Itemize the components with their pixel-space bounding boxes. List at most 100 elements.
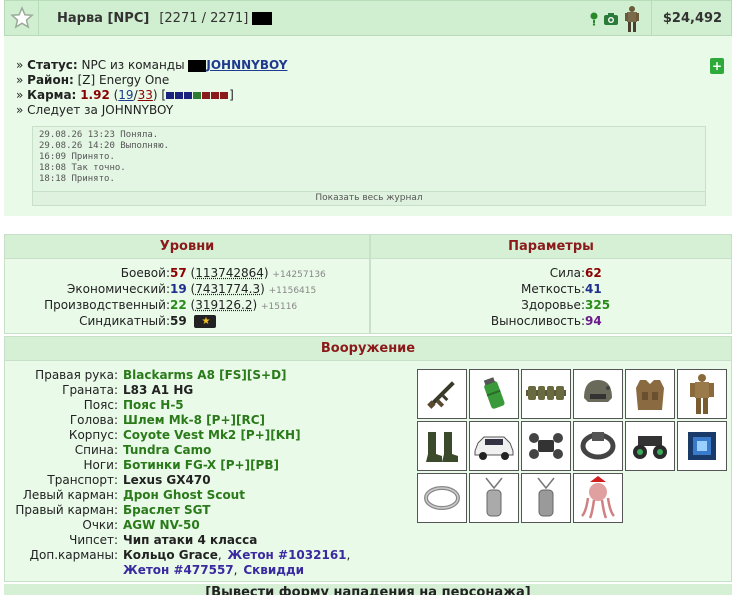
syndicate-badge[interactable]: ★ <box>193 315 216 328</box>
equip-row: Правый карман: Браслет SGT <box>15 503 211 517</box>
karma-negative-link[interactable]: 33 <box>138 88 153 102</box>
level-row: Экономический:19 (7431774.3) +1156415 <box>67 282 317 296</box>
grenade-icon <box>483 377 505 409</box>
item-slot-ring[interactable] <box>417 473 467 523</box>
karma-bar-segment <box>175 92 184 99</box>
star-icon: ★ <box>201 316 211 327</box>
equip-link[interactable]: Ботинки FG-X [P+][PB] <box>123 458 279 472</box>
journal-box: 29.08.26 13:23 Поняла. 29.08.26 14:20 Вы… <box>32 126 706 206</box>
karma-bar-segment <box>166 92 175 99</box>
equip-row-extra: Доп.карманы: Кольцо Grace, Жетон #1032161… <box>29 548 351 562</box>
item-slot-chip[interactable] <box>677 421 727 471</box>
exclamation-icon[interactable] <box>589 12 599 26</box>
syndicate-row: Синдикатный:59 ★ <box>5 314 371 328</box>
level-row: Производственный:22 (319126.2) +15116 <box>44 298 298 312</box>
dogtag-icon <box>537 477 555 517</box>
attack-form-bar[interactable]: [Вывести форму нападения на персонажа] <box>4 584 732 595</box>
district-value[interactable]: [Z] Energy One <box>78 73 170 87</box>
journal-line: 18:08 Так точно. <box>39 163 126 173</box>
equip-link[interactable]: Coyote Vest Mk2 [P+][KH] <box>123 428 301 442</box>
exp-value[interactable]: 7431774.3 <box>195 282 260 296</box>
equip-link[interactable]: Чип атаки 4 класса <box>123 533 257 547</box>
karma-bar-segment <box>220 92 229 99</box>
equip-row: Правая рука: Blackarms A8 [FS][S+D] <box>35 368 287 382</box>
item-slot-dogtag-1[interactable] <box>469 473 519 523</box>
exp-value[interactable]: 113742864 <box>195 266 264 280</box>
status-section: » Статус: NPC из команды JOHNNYBOY » Рай… <box>4 36 732 216</box>
status-line: » Статус: NPC из команды JOHNNYBOY <box>16 58 288 72</box>
attack-form-link[interactable]: [Вывести форму нападения на персонажа] <box>4 584 732 595</box>
hp-readout: [2271 / 2271] <box>159 11 273 26</box>
equip-row: Спина: Tundra Camo <box>74 443 212 457</box>
item-slot-grenade[interactable] <box>469 369 519 419</box>
equip-link[interactable]: L83 A1 HG <box>123 383 193 397</box>
favorite-star[interactable] <box>5 1 39 35</box>
param-row: Выносливость:94 <box>490 314 602 328</box>
level-row: Боевой:57 (113742864) +14257136 <box>120 266 326 280</box>
karma-bar-segment <box>211 92 220 99</box>
equip-link[interactable]: Сквидди <box>243 563 304 577</box>
levels-panel: Уровни Боевой:57 (113742864) +14257136 Э… <box>4 234 370 334</box>
character-name[interactable]: Нарва [NPC] <box>57 11 149 26</box>
journal-line: 16:09 Принято. <box>39 152 115 162</box>
equip-row: Ноги: Ботинки FG-X [P+][PB] <box>83 458 279 472</box>
avatar-icon[interactable] <box>623 5 641 33</box>
journal-line: 29.08.26 13:23 Поняла. <box>39 130 159 140</box>
equip-link[interactable]: Браслет SGT <box>123 503 210 517</box>
item-slot-dogtag-2[interactable] <box>521 473 571 523</box>
bracelet-icon <box>580 432 616 460</box>
money-balance: $24,492 <box>651 1 733 35</box>
levels-title: Уровни <box>5 235 369 259</box>
equip-link[interactable]: AGW NV-50 <box>123 518 200 532</box>
equip-row: Пояс: Пояс Н-5 <box>83 398 184 412</box>
boots-icon <box>426 432 458 462</box>
item-slot-rifle[interactable] <box>417 369 467 419</box>
rifle-icon <box>427 381 455 409</box>
equip-link[interactable]: Жетон #477557 <box>123 563 234 577</box>
drone-icon <box>529 433 563 459</box>
equip-link[interactable]: Кольцо Grace <box>123 548 218 562</box>
item-slot-vest[interactable] <box>625 369 675 419</box>
param-row: Здоровье:325 <box>521 298 611 312</box>
item-slot-bracelet[interactable] <box>573 421 623 471</box>
redacted-box <box>188 59 207 72</box>
equip-link[interactable]: Дрон Ghost Scout <box>123 488 245 502</box>
karma-bar-segment <box>184 92 193 99</box>
equip-row: Очки: AGW NV-50 <box>82 518 200 532</box>
exp-value[interactable]: 319126.2 <box>195 298 252 312</box>
night-vision-icon <box>633 436 667 459</box>
weapons-section: Вооружение Правая рука: Blackarms A8 [FS]… <box>4 336 732 582</box>
equip-link[interactable]: Шлем Mk-8 [P+][RC] <box>123 413 265 427</box>
equip-row-extra: Жетон #477557, Сквидди <box>123 563 305 577</box>
character-header: Нарва [NPC] [2271 / 2271] $24,492 <box>4 0 732 36</box>
squid-icon <box>581 476 615 519</box>
item-slot-drone[interactable] <box>521 421 571 471</box>
equip-row: Транспорт: Lexus GX470 <box>47 473 211 487</box>
add-note-button[interactable]: + <box>710 58 724 74</box>
item-slot-boots[interactable] <box>417 421 467 471</box>
item-slot-helmet[interactable] <box>573 369 623 419</box>
equip-link[interactable]: Пояс Н-5 <box>123 398 184 412</box>
camera-icon[interactable] <box>603 12 619 26</box>
vest-icon <box>636 380 664 410</box>
weapons-title: Вооружение <box>5 337 731 361</box>
karma-positive-link[interactable]: 19 <box>118 88 133 102</box>
item-slot-belt[interactable] <box>521 369 571 419</box>
equip-row: Корпус: Coyote Vest Mk2 [P+][KH] <box>68 428 301 442</box>
star-icon <box>9 6 34 29</box>
equip-link[interactable]: Tundra Camo <box>123 443 211 457</box>
item-slot-nvg[interactable] <box>625 421 675 471</box>
follows-line: » Следует за JOHNNYBOY <box>16 103 174 117</box>
equip-link[interactable]: Blackarms A8 [FS][S+D] <box>123 368 287 382</box>
equip-row: Чипсет: Чип атаки 4 класса <box>69 533 258 547</box>
item-slot-squid[interactable] <box>573 473 623 523</box>
equip-link[interactable]: Lexus GX470 <box>123 473 211 487</box>
item-slot-car[interactable] <box>469 421 519 471</box>
equip-link[interactable]: Жетон #1032161 <box>228 548 347 562</box>
journal-line: 29.08.26 14:20 Выполняю. <box>39 141 170 151</box>
equip-row: Левый карман: Дрон Ghost Scout <box>22 488 245 502</box>
team-link[interactable]: JOHNNYBOY <box>206 58 287 72</box>
show-journal-link[interactable]: Показать весь журнал <box>33 191 705 205</box>
param-row: Меткость:41 <box>520 282 602 296</box>
item-slot-camo[interactable] <box>677 369 727 419</box>
